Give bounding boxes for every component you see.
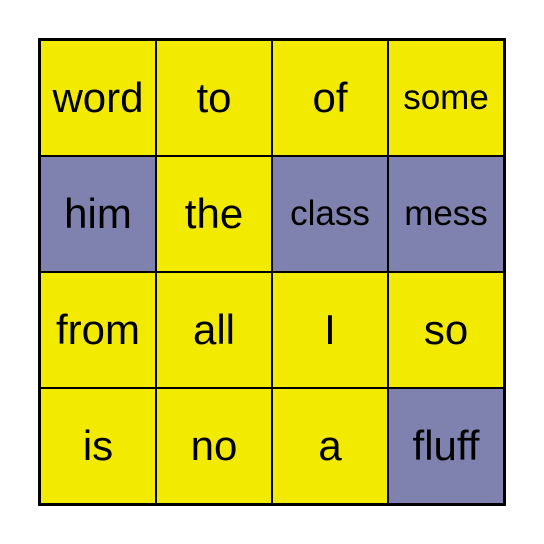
bingo-board: word to of some him the class mess from … xyxy=(38,38,506,506)
bingo-cell[interactable]: a xyxy=(272,388,388,504)
bingo-cell[interactable]: no xyxy=(156,388,272,504)
bingo-cell[interactable]: is xyxy=(40,388,156,504)
bingo-cell-marked[interactable]: him xyxy=(40,156,156,272)
bingo-cell-marked[interactable]: mess xyxy=(388,156,504,272)
bingo-cell[interactable]: some xyxy=(388,40,504,156)
bingo-cell[interactable]: all xyxy=(156,272,272,388)
bingo-cell[interactable]: word xyxy=(40,40,156,156)
bingo-cell-marked[interactable]: class xyxy=(272,156,388,272)
bingo-cell[interactable]: so xyxy=(388,272,504,388)
bingo-cell[interactable]: to xyxy=(156,40,272,156)
bingo-cell[interactable]: the xyxy=(156,156,272,272)
bingo-cell[interactable]: from xyxy=(40,272,156,388)
bingo-cell-marked[interactable]: fluff xyxy=(388,388,504,504)
bingo-cell[interactable]: I xyxy=(272,272,388,388)
bingo-cell[interactable]: of xyxy=(272,40,388,156)
